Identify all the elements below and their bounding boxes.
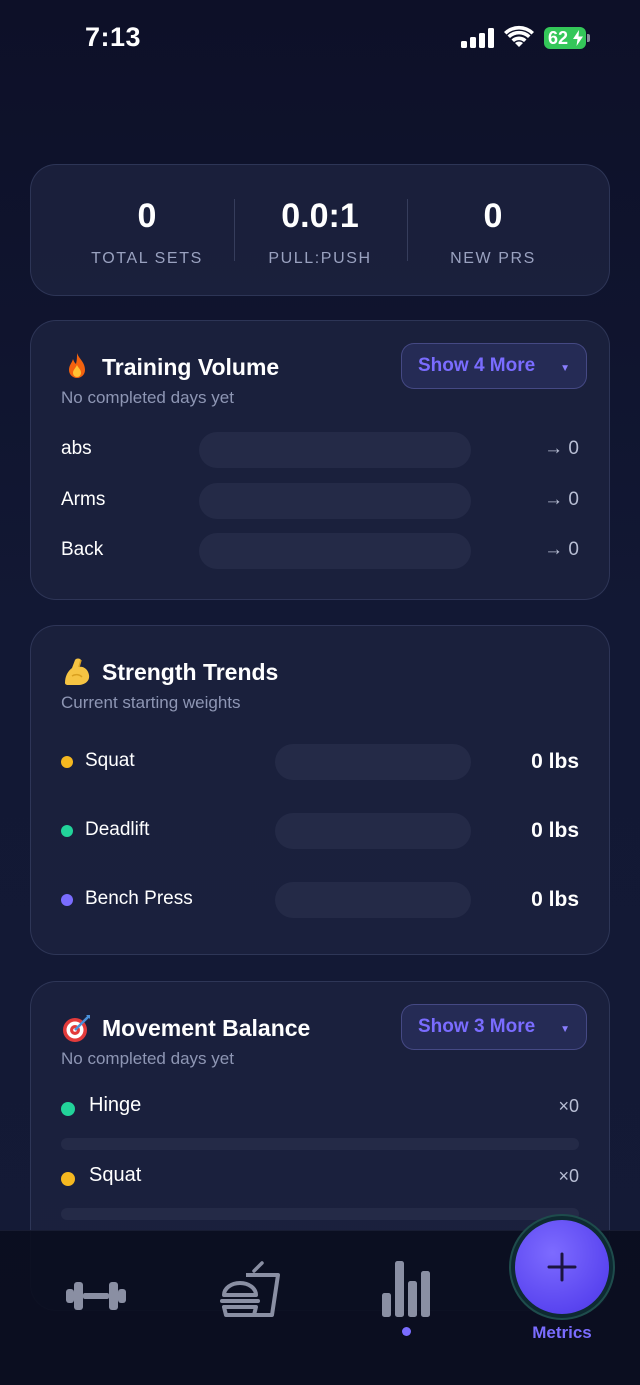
strength-row-value: 0 lbs [531, 750, 579, 773]
volume-row-abs: abs → 0 [61, 432, 579, 468]
volume-row-label: Back [61, 539, 104, 560]
bar-chart-icon [382, 1261, 430, 1317]
dumbbell-icon [66, 1282, 126, 1310]
status-dot [61, 825, 73, 837]
balance-row-count: ×0 [558, 1166, 579, 1186]
training-volume-subtitle: No completed days yet [61, 388, 234, 407]
plus-icon [547, 1252, 577, 1282]
fire-icon [69, 353, 85, 378]
volume-row-value: → 0 [544, 489, 579, 510]
card-title-text: Training Volume [102, 353, 280, 380]
stat-value: 0 [483, 197, 503, 235]
volume-bar-track [199, 533, 471, 569]
status-dot [61, 894, 73, 906]
strength-row-label: Squat [85, 750, 135, 771]
volume-row-back: Back → 0 [61, 533, 579, 569]
strength-row-bench-press: Bench Press 0 lbs [61, 882, 579, 918]
show-more-label: Show 3 More [418, 1016, 536, 1037]
volume-row-value: → 0 [544, 438, 579, 459]
cellular-signal-icon [461, 28, 495, 48]
battery-tip [587, 34, 590, 42]
burger-drink-icon [220, 1261, 280, 1317]
balance-row-hinge: Hinge ×0 [61, 1094, 579, 1154]
battery-level: 62 [548, 27, 569, 48]
strength-row-label: Bench Press [85, 888, 193, 909]
card-title-text: Strength Trends [102, 658, 279, 685]
movement-balance-subtitle: No completed days yet [61, 1049, 234, 1068]
balance-row-label: Hinge [89, 1094, 142, 1116]
volume-row-label: Arms [61, 489, 106, 510]
battery-icon: 62 [544, 27, 586, 49]
status-dot [61, 1102, 75, 1116]
charging-bolt-icon [573, 30, 583, 46]
volume-row-arms: Arms → 0 [61, 483, 579, 519]
stat-new-prs: 0 NEW PRS [403, 197, 583, 268]
strength-row-value: 0 lbs [531, 888, 579, 911]
stat-pull-push: 0.0:1 PULL:PUSH [230, 197, 410, 268]
stats-summary-card: 0 TOTAL SETS 0.0:1 PULL:PUSH 0 NEW PRS [30, 164, 610, 296]
strength-bar-track [275, 744, 471, 780]
strength-row-label: Deadlift [85, 819, 150, 840]
status-dot [61, 756, 73, 768]
fab-label: Metrics [532, 1323, 592, 1342]
flexed-biceps-icon [65, 658, 90, 685]
strength-row-deadlift: Deadlift 0 lbs [61, 813, 579, 849]
show-more-training-volume-button[interactable]: Show 4 More ▼ [401, 343, 587, 389]
status-time: 7:13 [85, 22, 142, 52]
card-title-text: Movement Balance [102, 1014, 311, 1041]
balance-bar-track [61, 1208, 579, 1220]
stat-value: 0.0:1 [281, 197, 359, 235]
strength-trends-subtitle: Current starting weights [61, 693, 241, 712]
status-bar: 7:13 62 [0, 0, 640, 80]
caret-down-icon: ▼ [560, 363, 570, 374]
tab-nutrition[interactable] [210, 1261, 290, 1331]
stat-label: NEW PRS [450, 250, 536, 267]
strength-bar-track [275, 882, 471, 918]
bottom-tab-bar: Metrics [0, 1214, 640, 1385]
strength-row-value: 0 lbs [531, 819, 579, 842]
strength-row-squat: Squat 0 lbs [61, 744, 579, 780]
stat-label: PULL:PUSH [268, 250, 372, 267]
stat-label: TOTAL SETS [91, 250, 203, 267]
tab-metrics[interactable] [366, 1261, 446, 1331]
add-button[interactable] [515, 1220, 609, 1314]
status-dot [61, 1172, 75, 1186]
strength-bar-track [275, 813, 471, 849]
show-more-label: Show 4 More [418, 355, 536, 376]
balance-bar-track [61, 1138, 579, 1150]
caret-down-icon: ▼ [560, 1024, 570, 1035]
tab-workouts[interactable] [56, 1261, 136, 1331]
balance-row-count: ×0 [558, 1096, 579, 1116]
target-dart-icon [63, 1015, 90, 1042]
wifi-icon [504, 25, 534, 47]
training-volume-card: Training Volume No completed days yet Sh… [30, 320, 610, 600]
volume-row-value: → 0 [544, 539, 579, 560]
stat-total-sets: 0 TOTAL SETS [57, 197, 237, 268]
metrics-screen: 7:13 62 0 TOTAL SETS 0.0:1 PULL:PUSH 0 N… [0, 0, 640, 1385]
strength-trends-card: Strength Trends Current starting weights… [30, 625, 610, 955]
stat-value: 0 [137, 197, 157, 235]
balance-row-label: Squat [89, 1164, 142, 1186]
volume-row-label: abs [61, 438, 92, 459]
volume-bar-track [199, 432, 471, 468]
volume-bar-track [199, 483, 471, 519]
movement-balance-title: Movement Balance [61, 1012, 310, 1044]
show-more-movement-balance-button[interactable]: Show 3 More ▼ [401, 1004, 587, 1050]
training-volume-title: Training Volume [61, 351, 279, 383]
strength-trends-title: Strength Trends [61, 656, 278, 688]
active-tab-indicator [402, 1327, 411, 1336]
balance-row-squat: Squat ×0 [61, 1164, 579, 1224]
